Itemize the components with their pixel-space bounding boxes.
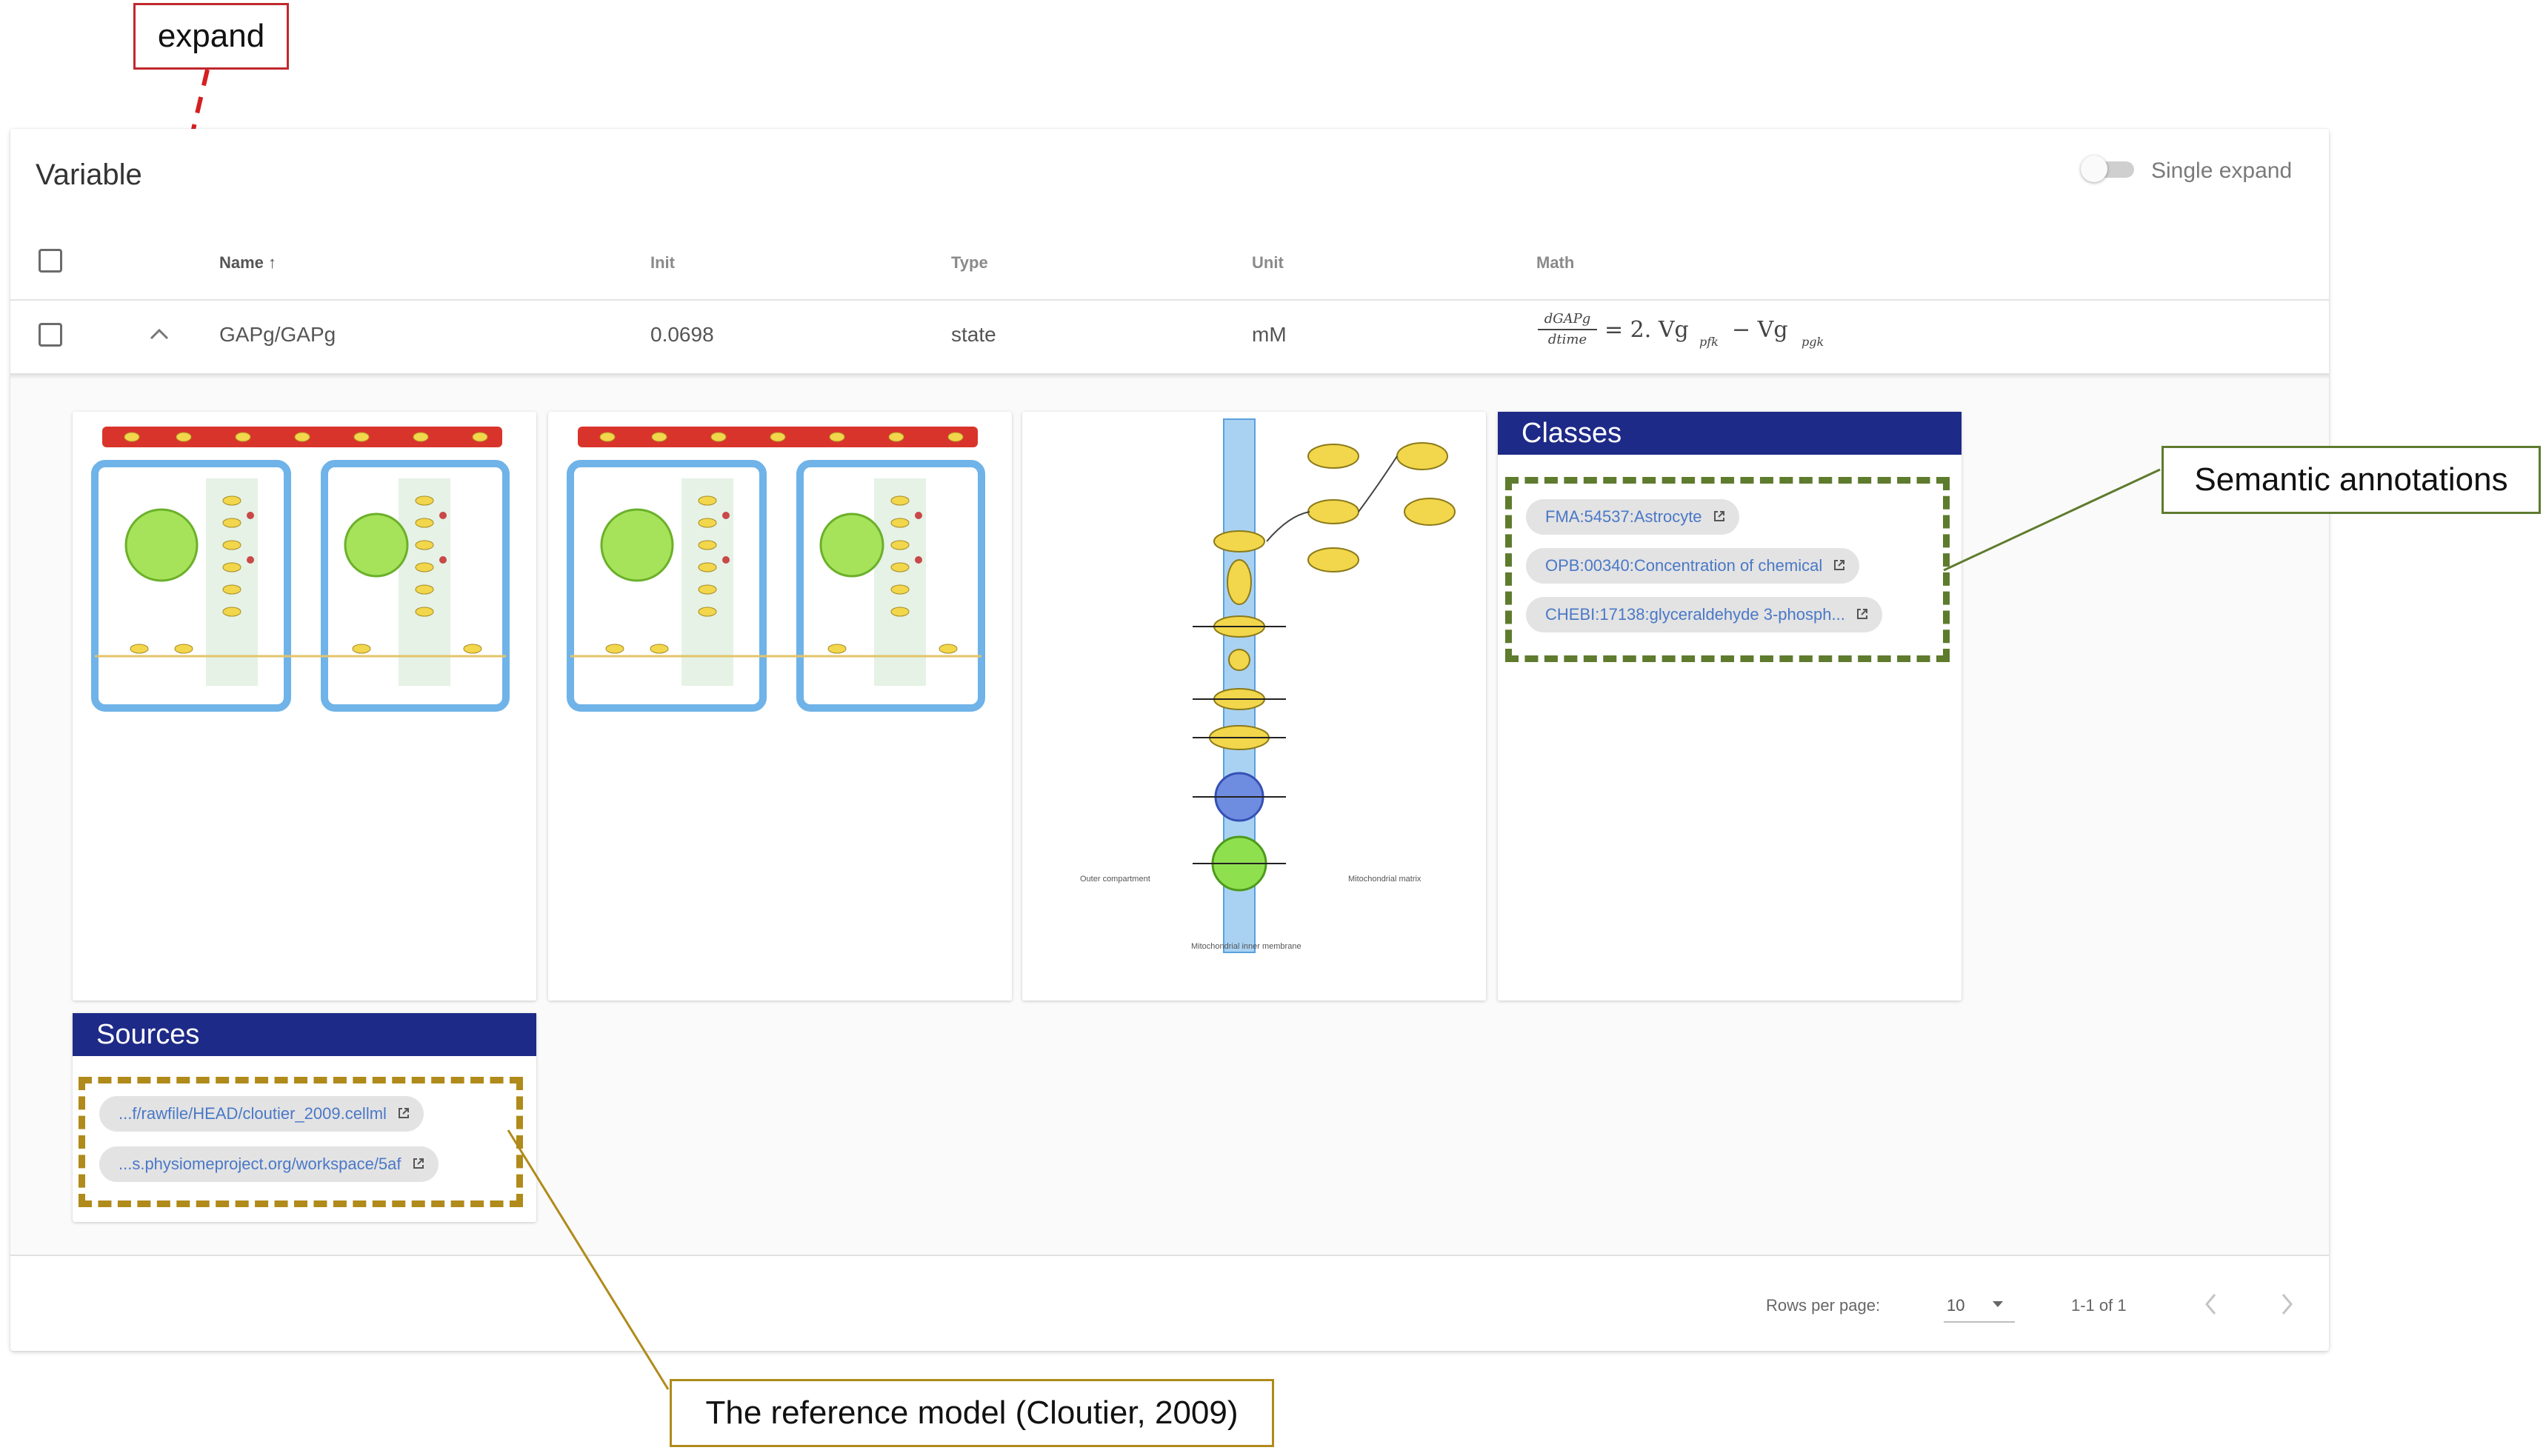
rows-per-page-label: Rows per page: (1766, 1296, 1881, 1315)
model-diagram-thumbnail-1[interactable] (73, 412, 536, 1001)
expand-callout: expand (133, 3, 289, 70)
classes-highlight-box (1505, 477, 1950, 662)
single-expand-label: Single expand (2151, 158, 2293, 183)
chevron-up-icon[interactable] (148, 326, 170, 342)
rows-per-page-value: 10 (1947, 1296, 1965, 1315)
column-header-name[interactable]: Name ↑ (219, 253, 276, 273)
cell-name: GAPg/GAPg (219, 323, 336, 346)
reference-model-callout: The reference model (Cloutier, 2009) (670, 1379, 1274, 1447)
semantic-annotations-label: Semantic annotations (2194, 461, 2508, 498)
semantic-callout-line (1943, 468, 2161, 572)
sources-title: Sources (73, 1013, 536, 1056)
diagram-label-membrane: Mitochondrial inner membrane (1191, 942, 1302, 951)
table-title: Variable (36, 158, 142, 191)
cell-type: state (951, 323, 996, 346)
single-expand-toggle[interactable] (2081, 156, 2140, 182)
diagram-label-matrix: Mitochondrial matrix (1348, 875, 1422, 884)
next-page-icon[interactable] (2279, 1292, 2295, 1317)
classes-title: Classes (1498, 412, 1962, 455)
previous-page-icon[interactable] (2203, 1292, 2219, 1317)
footer-divider (10, 1255, 2329, 1256)
model-diagram-thumbnail-2[interactable] (548, 412, 1012, 1001)
math-minus: − Vg (1732, 317, 1788, 343)
expanded-shadow (10, 373, 2329, 379)
mitochondria-membrane-diagram: Outer compartment Mitochondrial matrix M… (1080, 418, 1456, 953)
header-divider (10, 299, 2329, 301)
diagram-label-outer: Outer compartment (1080, 875, 1150, 884)
column-header-math[interactable]: Math (1536, 253, 1574, 273)
math-fraction-bar (1538, 329, 1597, 330)
reference-model-label: The reference model (Cloutier, 2009) (705, 1395, 1239, 1431)
variable-table-card: Variable Single expand Name ↑ Init Type … (10, 129, 2329, 1351)
sources-highlight-box (79, 1077, 523, 1207)
rows-per-page-select[interactable]: 10 (1944, 1289, 2015, 1323)
model-diagram-thumbnail-3[interactable]: Outer compartment Mitochondrial matrix M… (1022, 412, 1486, 1001)
column-header-init[interactable]: Init (650, 253, 675, 273)
toggle-thumb (2081, 156, 2107, 182)
pagination-range: 1-1 of 1 (2071, 1296, 2127, 1315)
select-all-checkbox[interactable] (39, 249, 62, 273)
column-header-type[interactable]: Type (951, 253, 988, 273)
math-sub-pfk: pfk (1699, 335, 1719, 349)
math-denominator: dtime (1547, 332, 1587, 347)
column-header-unit[interactable]: Unit (1252, 253, 1284, 273)
cell-init: 0.0698 (650, 323, 714, 346)
expand-callout-label: expand (157, 18, 265, 54)
row-checkbox[interactable] (39, 323, 62, 347)
astrocyte-neuron-diagram-1 (91, 427, 510, 712)
math-numerator: dGAPg (1544, 311, 1591, 327)
dropdown-arrow-icon (1993, 1301, 2003, 1307)
semantic-annotations-callout: Semantic annotations (2162, 446, 2541, 514)
math-rhs: = 2. Vg (1604, 317, 1689, 343)
astrocyte-neuron-diagram-2 (567, 427, 985, 712)
cell-unit: mM (1252, 323, 1287, 346)
math-sub-pgk: pgk (1802, 335, 1824, 349)
reference-callout-line (507, 1129, 670, 1390)
